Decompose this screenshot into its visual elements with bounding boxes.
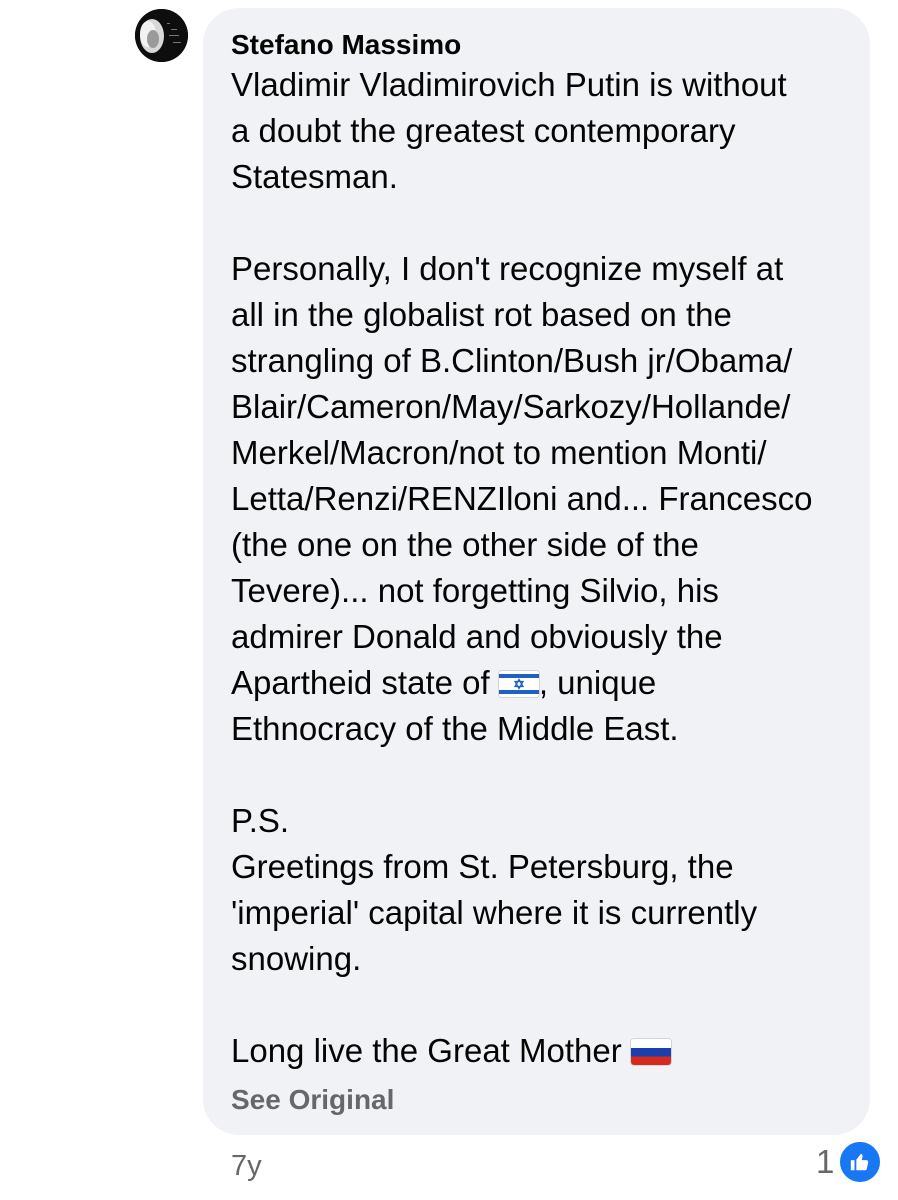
like-icon xyxy=(838,1140,883,1184)
comment-line: Personally, I don't recognize myself at xyxy=(231,250,784,287)
comment-line: Tevere)... not forgetting Silvio, his xyxy=(231,572,719,609)
comment-text-fragment: Long live the Great Mother xyxy=(231,1032,622,1069)
comment-line: admirer Donald and obviously the xyxy=(231,618,723,655)
comment-line: Ethnocracy of the Middle East. xyxy=(231,710,679,747)
comment-paragraph-2: Personally, I don't recognize myself at … xyxy=(231,246,850,752)
comment-line: Statesman. xyxy=(231,158,398,195)
comment-line: strangling of B.Clinton/Bush jr/Obama/ xyxy=(231,342,793,379)
comment-line-apartheid: Apartheid state of , unique xyxy=(231,660,850,706)
comment-line: 'imperial' capital where it is currently xyxy=(231,894,758,931)
comment-paragraph-1: Vladimir Vladimirovich Putin is without … xyxy=(231,62,850,200)
comment-paragraph-4: Long live the Great Mother xyxy=(231,1028,850,1074)
reaction-summary[interactable]: 1 xyxy=(816,1140,883,1184)
comment-timestamp[interactable]: 7y xyxy=(231,1150,262,1183)
comment-line: Merkel/Macron/not to mention Monti/ xyxy=(231,434,767,471)
comment-line: Blair/Cameron/May/Sarkozy/Hollande/ xyxy=(231,388,791,425)
comment-text-fragment: Apartheid state of xyxy=(231,664,490,701)
author-avatar[interactable] xyxy=(135,9,188,62)
comment-body: Vladimir Vladimirovich Putin is without … xyxy=(231,62,850,1074)
comment-line: snowing. xyxy=(231,940,362,977)
comment-bubble: Stefano Massimo Vladimir Vladimirovich P… xyxy=(203,8,870,1135)
comment-author-name[interactable]: Stefano Massimo xyxy=(231,28,850,62)
russia-flag-icon xyxy=(630,1039,671,1065)
comment-line: a doubt the greatest contemporary xyxy=(231,112,736,149)
comment-paragraph-3: P.S. Greetings from St. Petersburg, the … xyxy=(231,798,850,982)
comment-text-fragment: , unique xyxy=(538,664,657,701)
comment-line-last: Long live the Great Mother xyxy=(231,1028,850,1074)
comment-line: (the one on the other side of the xyxy=(231,526,699,563)
comment-line: Greetings from St. Petersburg, the xyxy=(231,848,734,885)
comment-line: all in the globalist rot based on the xyxy=(231,296,732,333)
comment-line: Letta/Renzi/RENZIloni and... Francesco xyxy=(231,480,813,517)
comment-line: Vladimir Vladimirovich Putin is without xyxy=(231,66,787,103)
reaction-count: 1 xyxy=(816,1143,835,1180)
see-original-link[interactable]: See Original xyxy=(231,1084,394,1116)
israel-flag-icon xyxy=(498,671,539,697)
comment-line: P.S. xyxy=(231,802,290,839)
